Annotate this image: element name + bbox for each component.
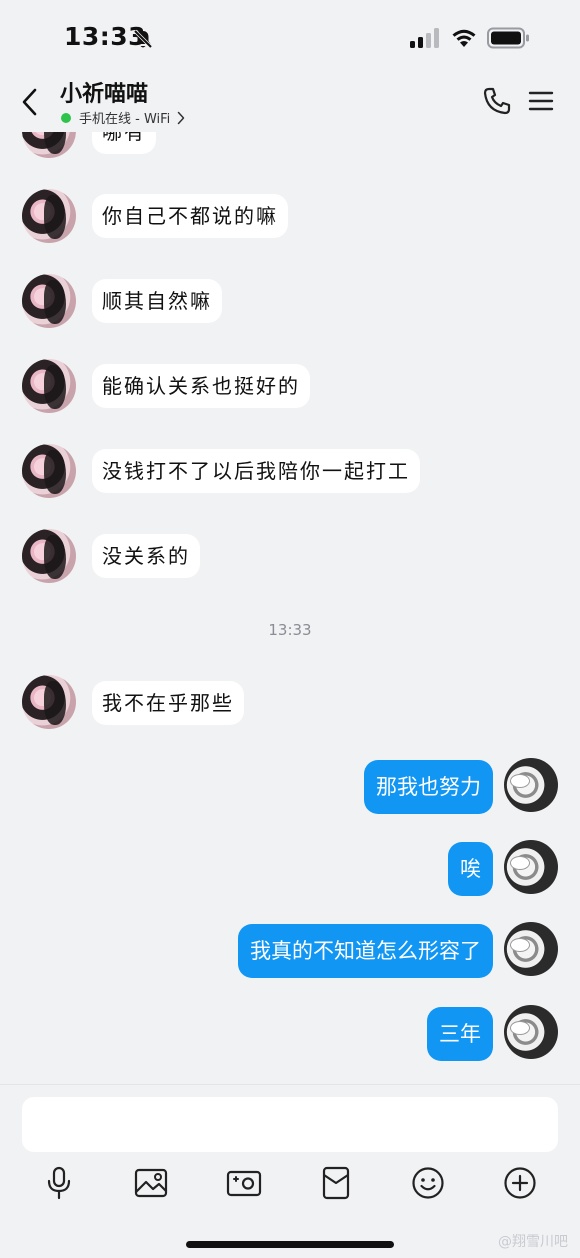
chevron-right-icon xyxy=(178,111,185,124)
back-button[interactable] xyxy=(14,84,46,120)
incoming-message[interactable]: 我不在乎那些 xyxy=(92,681,244,725)
contact-avatar[interactable] xyxy=(22,675,76,729)
wifi-icon xyxy=(450,27,478,53)
hamburger-menu-icon xyxy=(528,91,554,111)
phone-icon xyxy=(483,87,511,115)
incoming-message[interactable]: 哪有 xyxy=(92,132,156,154)
outgoing-message[interactable]: 那我也努力 xyxy=(364,760,493,814)
contact-avatar[interactable] xyxy=(22,132,76,158)
menu-button[interactable] xyxy=(528,90,554,116)
outgoing-message[interactable]: 我真的不知道怎么形容了 xyxy=(238,924,493,978)
image-button[interactable] xyxy=(131,1163,171,1203)
contact-avatar[interactable] xyxy=(22,529,76,583)
outgoing-message[interactable]: 唉 xyxy=(448,842,493,896)
incoming-message[interactable]: 顺其自然嘛 xyxy=(92,279,222,323)
red-packet-button[interactable] xyxy=(316,1163,356,1203)
my-avatar[interactable] xyxy=(504,758,558,812)
incoming-message[interactable]: 没钱打不了以后我陪你一起打工 xyxy=(92,449,420,493)
incoming-message[interactable]: 没关系的 xyxy=(92,534,200,578)
message-timestamp: 13:33 xyxy=(268,621,312,639)
battery-icon xyxy=(487,27,531,53)
voice-call-button[interactable] xyxy=(482,86,512,120)
voice-input-button[interactable] xyxy=(39,1163,79,1203)
camera-button[interactable] xyxy=(224,1163,264,1203)
chat-header: 小祈喵喵 手机在线 - WiFi xyxy=(0,72,580,132)
home-indicator[interactable] xyxy=(186,1241,394,1248)
camera-icon xyxy=(226,1170,262,1197)
my-avatar[interactable] xyxy=(504,1005,558,1059)
presence-text: 手机在线 - WiFi xyxy=(79,112,171,127)
status-bar: 13:33 xyxy=(0,0,580,72)
contact-name[interactable]: 小祈喵喵 xyxy=(60,76,148,108)
my-avatar[interactable] xyxy=(504,922,558,976)
microphone-icon xyxy=(47,1166,71,1200)
message-input[interactable] xyxy=(22,1097,558,1152)
composer: @翔雪川吧 xyxy=(0,1084,580,1258)
emoji-icon xyxy=(412,1167,444,1199)
red-packet-icon xyxy=(322,1166,350,1200)
bell-slash-icon xyxy=(132,28,154,54)
contact-avatar[interactable] xyxy=(22,274,76,328)
watermark: @翔雪川吧 xyxy=(498,1234,568,1250)
incoming-message[interactable]: 你自己不都说的嘛 xyxy=(92,194,288,238)
image-icon xyxy=(134,1168,168,1198)
cellular-signal-icon xyxy=(410,28,442,52)
more-button[interactable] xyxy=(500,1163,540,1203)
contact-avatar[interactable] xyxy=(22,444,76,498)
online-status-dot xyxy=(61,112,71,123)
contact-avatar[interactable] xyxy=(22,359,76,413)
my-avatar[interactable] xyxy=(504,840,558,894)
outgoing-message[interactable]: 三年 xyxy=(427,1007,493,1061)
contact-avatar[interactable] xyxy=(22,189,76,243)
message-list[interactable]: 哪有 你自己不都说的嘛 顺其自然嘛 能确认关系也挺好的 没钱打不了以后我陪你一起… xyxy=(0,132,580,1084)
presence-status[interactable]: 手机在线 - WiFi xyxy=(61,108,185,127)
chevron-left-icon xyxy=(22,88,37,116)
plus-icon xyxy=(504,1167,536,1199)
incoming-message[interactable]: 能确认关系也挺好的 xyxy=(92,364,310,408)
emoji-button[interactable] xyxy=(408,1163,448,1203)
